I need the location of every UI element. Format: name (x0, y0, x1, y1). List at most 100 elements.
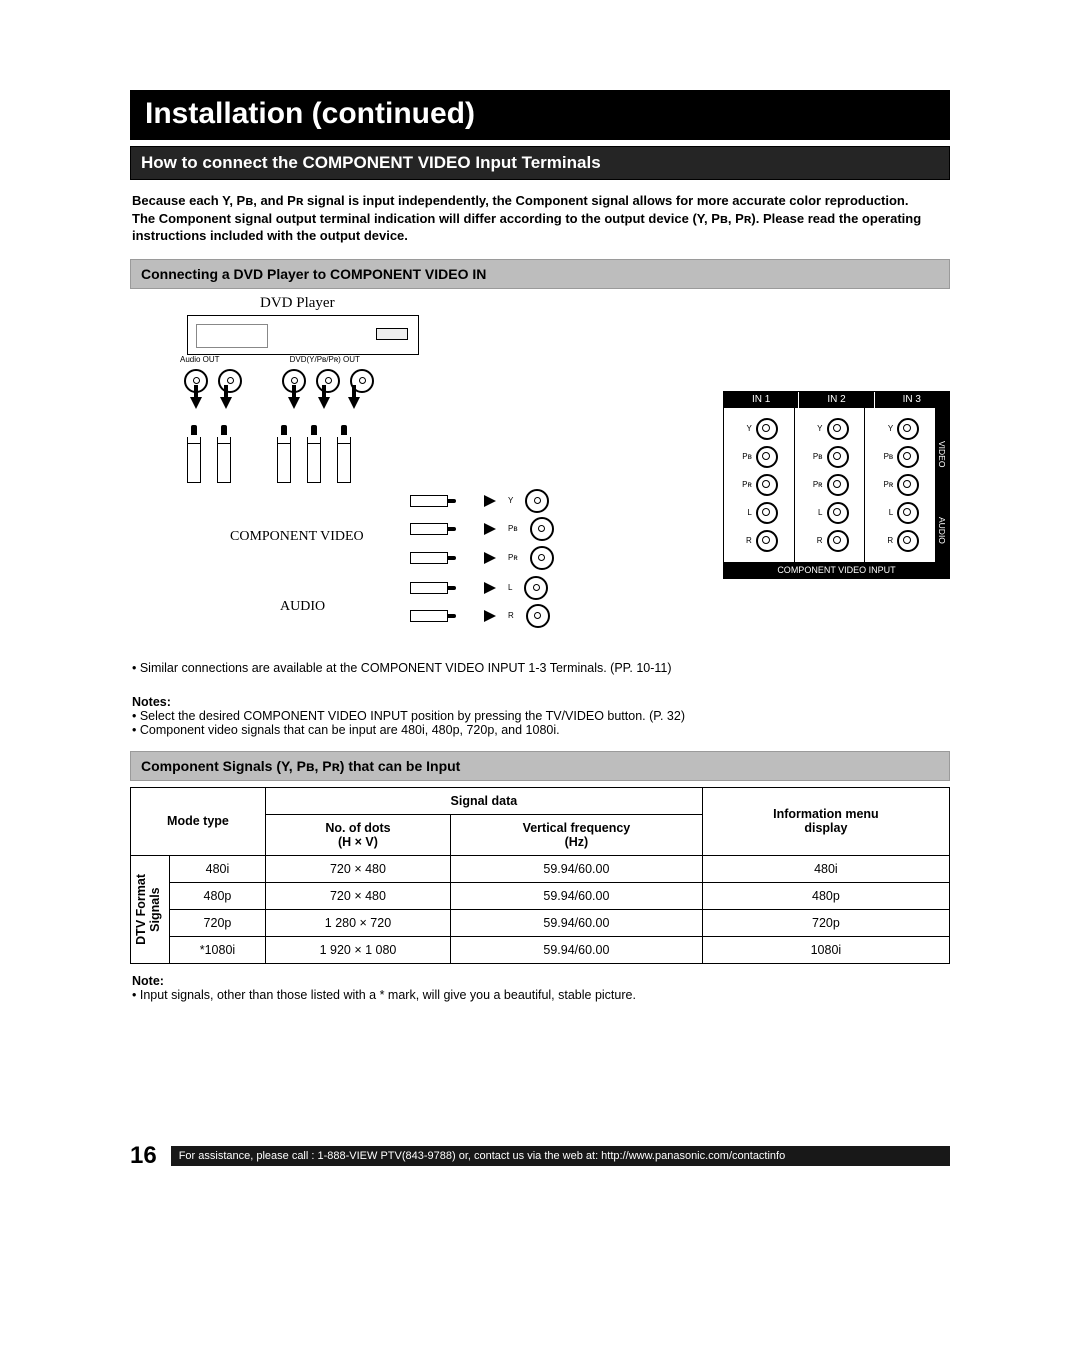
dvd-out-label: DVD(Y/Pʙ/Pʀ) OUT (290, 355, 360, 364)
cell-info: 480i (702, 855, 949, 882)
jack-icon (526, 604, 550, 628)
arrow-right-icon (484, 552, 496, 564)
rca-plug-icon (214, 425, 234, 483)
y-label: Y (508, 496, 513, 505)
note2-line: • Input signals, other than those listed… (132, 988, 948, 1002)
jack-icon (897, 530, 919, 552)
jack-icon (897, 474, 919, 496)
arrow-down-icon (220, 397, 232, 409)
jack-icon (897, 418, 919, 440)
page-title: Installation (continued) (130, 90, 950, 140)
in2-label: IN 2 (798, 392, 873, 408)
subsection-1: Connecting a DVD Player to COMPONENT VID… (130, 259, 950, 289)
cell-mode: 480p (170, 882, 266, 909)
rca-plug-icon (304, 425, 324, 483)
jack-icon (827, 446, 849, 468)
signals-table: Mode type Signal data Information menu d… (130, 787, 950, 964)
dvd-player-icon (187, 315, 419, 355)
jack-icon (756, 474, 778, 496)
jack-icon (530, 546, 554, 570)
jack-icon (756, 530, 778, 552)
arrow-right-icon (484, 495, 496, 507)
arrow-down-icon (288, 397, 300, 409)
notes-heading: Notes: (132, 695, 948, 709)
arrow-right-icon (484, 523, 496, 535)
panel-footer-label: COMPONENT VIDEO INPUT (724, 562, 949, 578)
arrow-right-icon (484, 582, 496, 594)
audio-out-label: Audio OUT (180, 355, 220, 364)
diagram-note: • Similar connections are available at t… (132, 661, 948, 675)
cell-vfreq: 59.94/60.00 (451, 882, 703, 909)
cell-info: 1080i (702, 936, 949, 963)
cell-dots: 720 × 480 (265, 855, 450, 882)
l-label: L (508, 583, 512, 592)
section-heading: How to connect the COMPONENT VIDEO Input… (130, 146, 950, 180)
dvd-player-label: DVD Player (260, 295, 335, 312)
jack-icon (218, 369, 242, 393)
notes-block: Notes: • Select the desired COMPONENT VI… (132, 695, 948, 737)
jack-icon (524, 576, 548, 600)
cell-vfreq: 59.94/60.00 (451, 855, 703, 882)
jack-icon (530, 517, 554, 541)
in3-label: IN 3 (874, 392, 949, 408)
rca-plug-icon (410, 551, 470, 565)
th-info: Information menu display (702, 787, 949, 855)
connection-diagram: DVD Player Audio OUT DVD(Y/Pʙ/Pʀ) OUT (130, 299, 950, 649)
note-line: • Component video signals that can be in… (132, 723, 948, 737)
cell-vfreq: 59.94/60.00 (451, 909, 703, 936)
jack-icon (827, 474, 849, 496)
audio-side-label: AUDIO (935, 500, 949, 562)
cell-vfreq: 59.94/60.00 (451, 936, 703, 963)
cell-mode: 480i (170, 855, 266, 882)
cell-dots: 720 × 480 (265, 882, 450, 909)
jack-icon (525, 489, 549, 513)
r-label: R (508, 611, 514, 620)
jack-icon (827, 530, 849, 552)
manual-page: Installation (continued) How to connect … (130, 90, 950, 1170)
jack-icon (827, 502, 849, 524)
pr-label: Pʀ (508, 553, 518, 562)
th-vfreq: Vertical frequency (Hz) (451, 814, 703, 855)
rca-plug-icon (184, 425, 204, 483)
arrow-right-icon (484, 610, 496, 622)
jack-icon (897, 502, 919, 524)
cell-info: 480p (702, 882, 949, 909)
th-signaldata: Signal data (265, 787, 702, 814)
rca-plug-icon (410, 609, 470, 623)
note2-heading: Note: (132, 974, 948, 988)
cell-dots: 1 280 × 720 (265, 909, 450, 936)
page-number: 16 (130, 1142, 157, 1170)
jack-icon (756, 418, 778, 440)
th-mode: Mode type (131, 787, 266, 855)
jack-icon (897, 446, 919, 468)
component-video-label: COMPONENT VIDEO (230, 529, 364, 545)
input-terminal-panel: IN 1 IN 2 IN 3 Y Pʙ Pʀ L R Y Pʙ (723, 391, 950, 579)
cell-mode: *1080i (170, 936, 266, 963)
jack-icon (756, 502, 778, 524)
pb-label: Pʙ (508, 524, 518, 533)
arrow-down-icon (318, 397, 330, 409)
th-dtv-format: DTV Format Signals (135, 874, 163, 945)
rca-plug-icon (274, 425, 294, 483)
arrow-down-icon (190, 397, 202, 409)
jack-icon (827, 418, 849, 440)
jack-icon (756, 446, 778, 468)
cell-info: 720p (702, 909, 949, 936)
in1-label: IN 1 (724, 392, 798, 408)
th-dots: No. of dots (H × V) (265, 814, 450, 855)
rca-plug-icon (334, 425, 354, 483)
arrow-down-icon (348, 397, 360, 409)
audio-label: AUDIO (280, 599, 325, 615)
intro-text: Because each Y, Pʙ, and Pʀ signal is inp… (132, 192, 948, 245)
cell-mode: 720p (170, 909, 266, 936)
note-line: • Select the desired COMPONENT VIDEO INP… (132, 709, 948, 723)
rca-plug-icon (410, 494, 470, 508)
rca-plug-icon (410, 581, 470, 595)
page-footer: 16 For assistance, please call : 1-888-V… (130, 1142, 950, 1170)
assistance-bar: For assistance, please call : 1-888-VIEW… (171, 1146, 950, 1166)
jack-icon (316, 369, 340, 393)
table-note: Note: • Input signals, other than those … (132, 974, 948, 1002)
cell-dots: 1 920 × 1 080 (265, 936, 450, 963)
subsection-2: Component Signals (Y, Pʙ, Pʀ) that can b… (130, 751, 950, 781)
rca-plug-icon (410, 522, 470, 536)
